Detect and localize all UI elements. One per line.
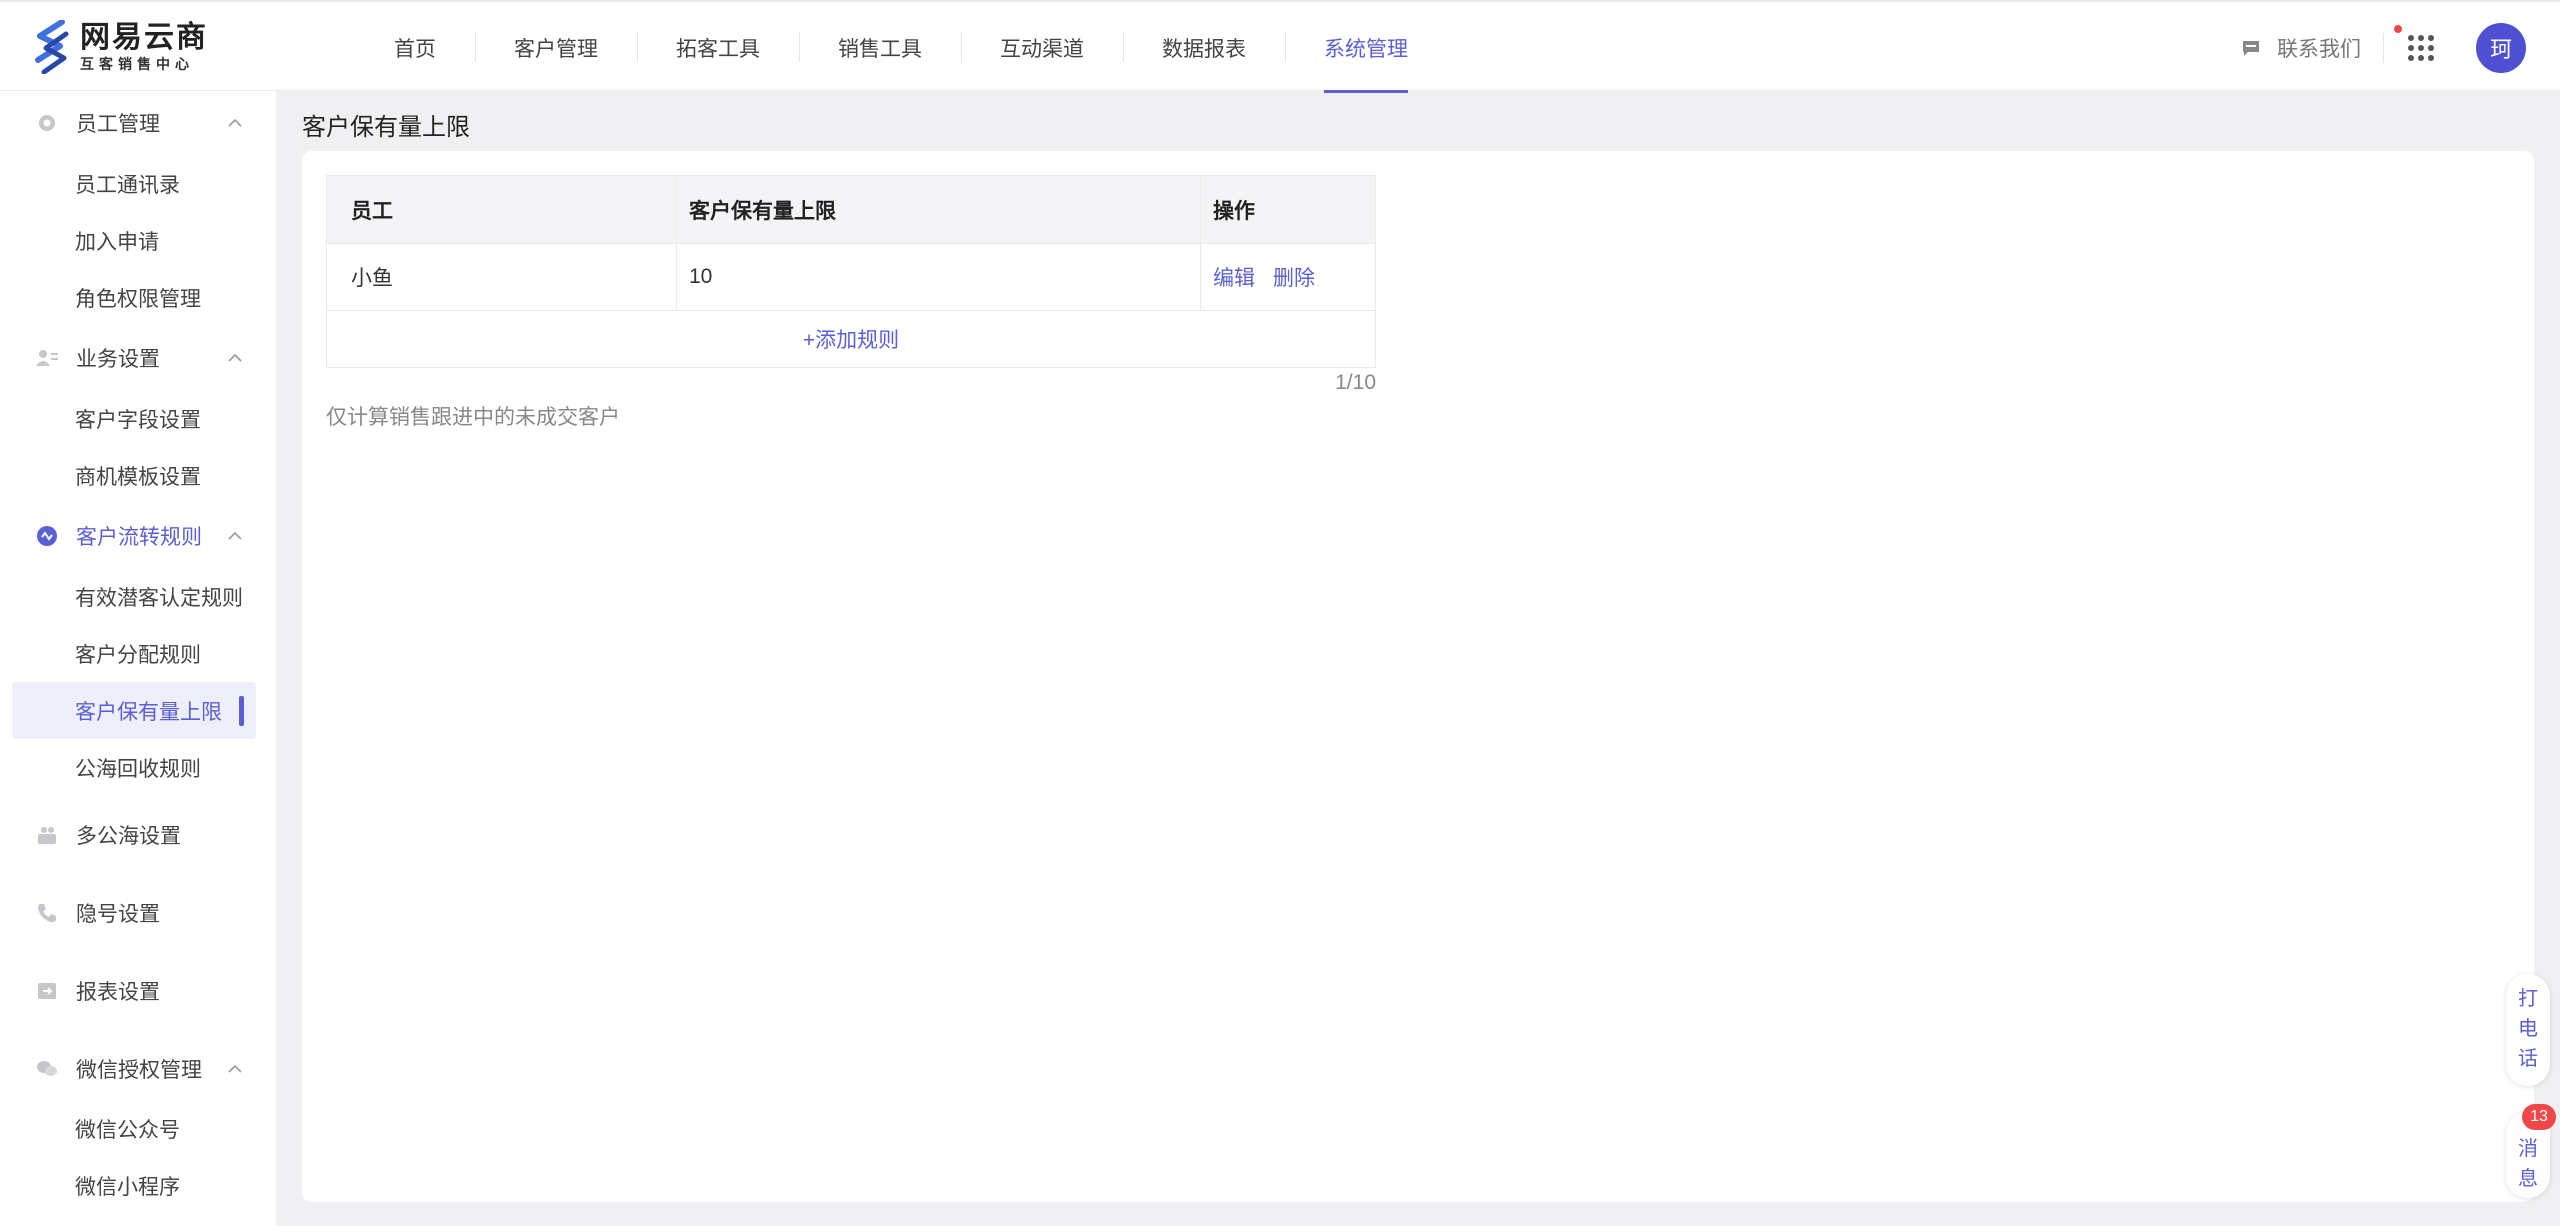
sidebar-group-wechat: 微信授权管理 微信公众号 微信小程序	[0, 1030, 276, 1214]
sidebar-group-business: 业务设置 客户字段设置 商机模板设置	[0, 326, 276, 504]
sidebar-item-join-requests[interactable]: 加入申请	[0, 212, 276, 269]
cell-actions: 编辑 删除	[1201, 244, 1375, 310]
nav-customers[interactable]: 客户管理	[475, 2, 637, 93]
wechat-icon	[36, 1058, 58, 1080]
messages-label-char: 息	[2518, 1168, 2538, 1190]
column-header-employee: 员工	[327, 176, 677, 243]
main-content: 客户保有量上限 员工 客户保有量上限 操作 小鱼 10 编辑 删除 +添加规则 …	[276, 91, 2560, 1226]
grid-icon	[2408, 34, 2434, 61]
sidebar-item-retention-limit[interactable]: 客户保有量上限	[12, 682, 256, 739]
sidebar-group-staff-header[interactable]: 员工管理	[0, 91, 276, 155]
cell-limit: 10	[677, 244, 1201, 310]
edit-button[interactable]: 编辑	[1213, 262, 1255, 292]
sidebar-item-customer-fields[interactable]: 客户字段设置	[0, 390, 276, 447]
sidebar-group-label: 业务设置	[76, 348, 160, 371]
retention-limit-table: 员工 客户保有量上限 操作 小鱼 10 编辑 删除 +添加规则	[326, 175, 1376, 368]
sidebar-item-wechat-official[interactable]: 微信公众号	[0, 1100, 276, 1157]
sidebar-group-wechat-header[interactable]: 微信授权管理	[0, 1030, 276, 1108]
sidebar-group-flow: 客户流转规则 有效潜客认定规则 客户分配规则 客户保有量上限 公海回收规则	[0, 504, 276, 796]
divider	[2383, 32, 2384, 63]
sidebar-item-label: 隐号设置	[76, 903, 160, 926]
sidebar-item-pool-recycle-rules[interactable]: 公海回收规则	[0, 739, 276, 796]
messages-button[interactable]: 13 消 息	[2506, 1104, 2556, 1198]
brand-logo-icon	[35, 20, 69, 74]
sidebar-group-label: 微信授权管理	[76, 1059, 202, 1082]
sidebar-item-assignment-rules[interactable]: 客户分配规则	[0, 625, 276, 682]
call-label-char: 电	[2518, 1018, 2538, 1040]
gear-icon	[36, 112, 58, 134]
messages-label-char: 消	[2518, 1138, 2538, 1160]
sidebar-item-opportunity-templates[interactable]: 商机模板设置	[0, 447, 276, 504]
sidebar-group-business-header[interactable]: 业务设置	[0, 326, 276, 390]
message-count-badge: 13	[2522, 1104, 2556, 1130]
sidebar-item-role-permissions[interactable]: 角色权限管理	[0, 269, 276, 326]
sidebar-item-label: 报表设置	[76, 981, 160, 1004]
sidebar-item-label: 多公海设置	[76, 825, 181, 848]
contact-us-button[interactable]: 联系我们	[2241, 33, 2361, 63]
sidebar-group-label: 员工管理	[76, 113, 160, 136]
export-icon	[36, 980, 58, 1002]
call-button[interactable]: 打 电 话	[2506, 974, 2550, 1086]
user-list-icon	[36, 347, 58, 369]
nav-prospecting-tools[interactable]: 拓客工具	[637, 2, 799, 93]
brand-logo[interactable]: 网易云商 互客销售中心	[32, 18, 208, 76]
nav-reports[interactable]: 数据报表	[1123, 2, 1285, 93]
notification-dot	[2394, 24, 2402, 33]
flow-rules-icon	[36, 525, 58, 547]
cell-employee: 小鱼	[327, 244, 677, 310]
column-header-actions: 操作	[1213, 199, 1255, 223]
phone-icon	[36, 902, 58, 924]
nav-home[interactable]: 首页	[355, 2, 475, 93]
sidebar-item-valid-lead-rules[interactable]: 有效潜客认定规则	[0, 568, 276, 625]
sidebar-item-wechat-miniprogram[interactable]: 微信小程序	[0, 1157, 276, 1214]
hint-text: 仅计算销售跟进中的未成交客户	[326, 406, 620, 429]
nav-sales-tools[interactable]: 销售工具	[799, 2, 961, 93]
contact-us-label: 联系我们	[2277, 37, 2361, 61]
call-label-char: 打	[2518, 988, 2538, 1010]
column-header-limit: 客户保有量上限	[677, 176, 1201, 243]
nav-channels[interactable]: 互动渠道	[961, 2, 1123, 93]
sidebar-group-flow-header[interactable]: 客户流转规则	[0, 504, 276, 568]
apps-grid-button[interactable]	[2394, 24, 2436, 63]
table-header-row: 员工 客户保有量上限 操作	[327, 176, 1375, 244]
sidebar-item-staff-directory[interactable]: 员工通讯录	[0, 155, 276, 212]
main-nav: 首页 客户管理 拓客工具 销售工具 互动渠道 数据报表 系统管理	[355, 2, 1447, 93]
table-row: 小鱼 10 编辑 删除	[327, 244, 1375, 311]
chat-icon	[2243, 40, 2259, 56]
chevron-up-icon	[228, 532, 242, 540]
chevron-up-icon	[228, 1065, 242, 1073]
rule-counter: 1/10	[1335, 371, 1376, 394]
sidebar-group-label: 客户流转规则	[76, 526, 202, 549]
chevron-up-icon	[228, 354, 242, 362]
multi-pool-icon	[36, 824, 58, 846]
user-avatar[interactable]: 珂	[2476, 22, 2526, 73]
add-rule-button[interactable]: +添加规则	[327, 311, 1375, 367]
sidebar: 员工管理 员工通讯录 加入申请 角色权限管理 业务设置 客户字段设置 商机模板设…	[0, 91, 276, 1226]
page-title: 客户保有量上限	[302, 114, 470, 141]
content-panel: 员工 客户保有量上限 操作 小鱼 10 编辑 删除 +添加规则 1/10 仅计算…	[302, 151, 2534, 1202]
chevron-up-icon	[228, 119, 242, 127]
call-label-char: 话	[2518, 1048, 2538, 1070]
sidebar-item-report-settings[interactable]: 报表设置	[0, 952, 276, 1030]
sidebar-item-multi-pool[interactable]: 多公海设置	[0, 796, 276, 874]
brand-name: 网易云商	[80, 21, 208, 54]
sidebar-group-staff: 员工管理 员工通讯录 加入申请 角色权限管理	[0, 91, 276, 326]
brand-subtitle: 互客销售中心	[80, 56, 194, 72]
sidebar-item-privacy-number[interactable]: 隐号设置	[0, 874, 276, 952]
top-bar: 网易云商 互客销售中心 首页 客户管理 拓客工具 销售工具 互动渠道 数据报表 …	[0, 0, 2560, 93]
nav-system[interactable]: 系统管理	[1285, 2, 1447, 93]
delete-button[interactable]: 删除	[1273, 262, 1315, 292]
